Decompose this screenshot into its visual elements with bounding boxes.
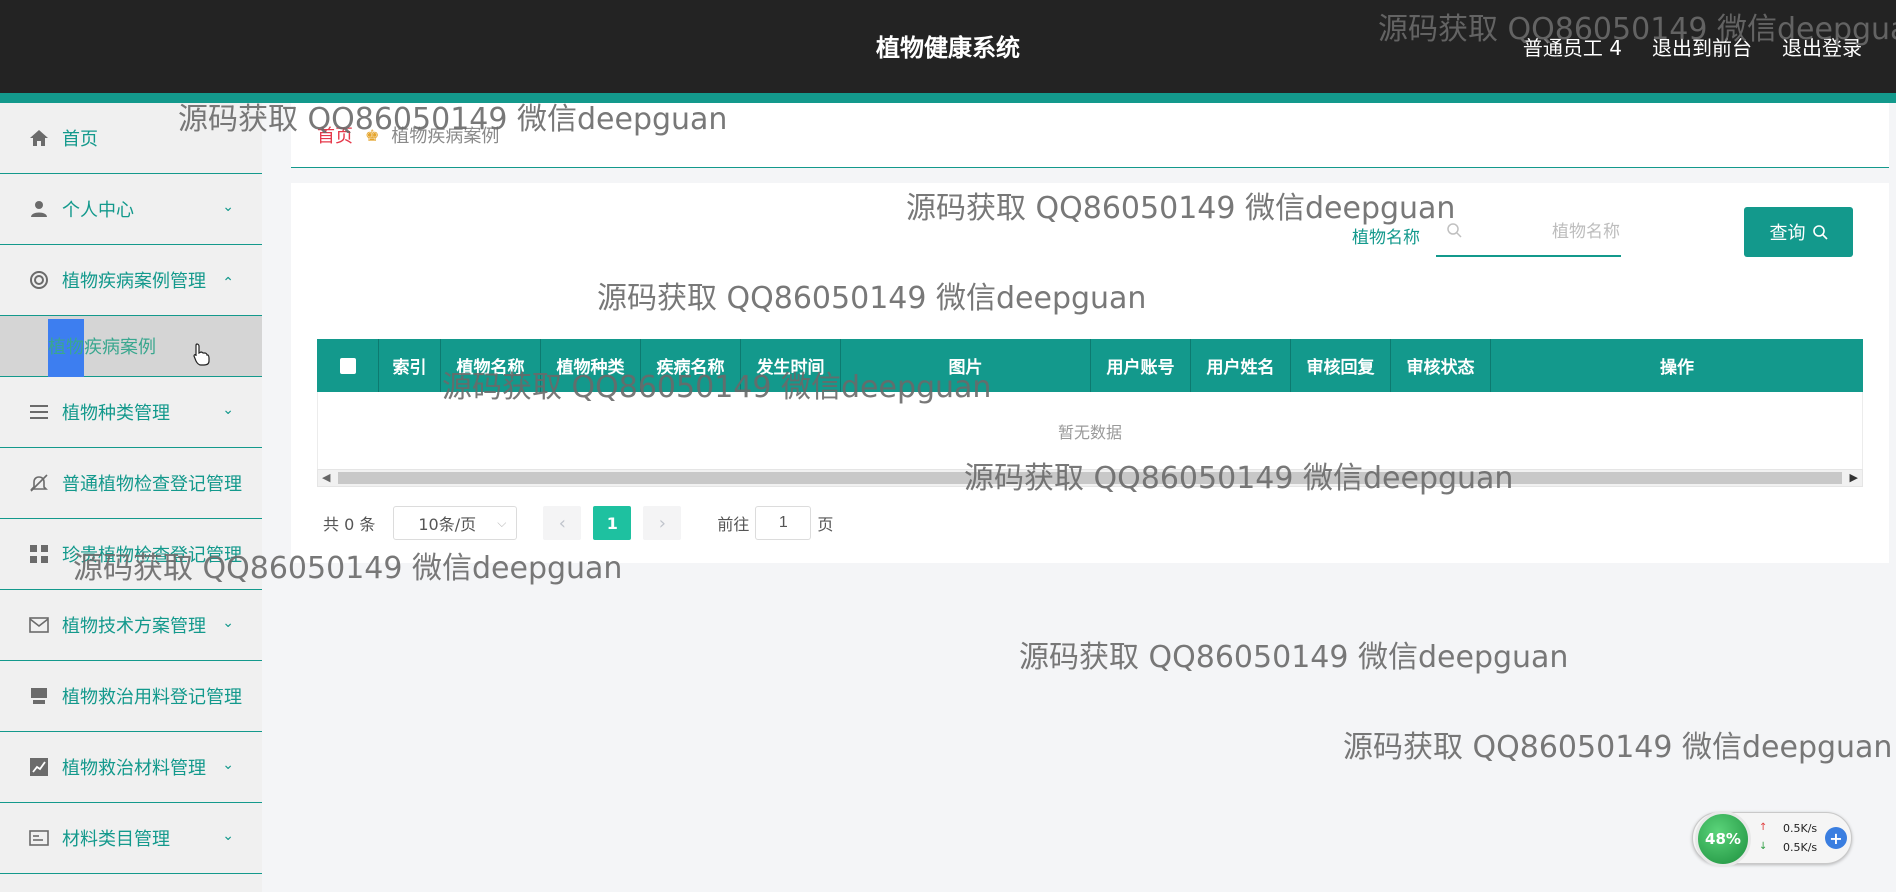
- box-icon: [28, 685, 50, 707]
- mail-icon: [28, 614, 50, 636]
- watermark-text: 源码获取 QQ86050149 微信deepguan: [1019, 640, 1569, 675]
- column-header[interactable]: 用户姓名: [1191, 339, 1291, 392]
- download-arrow-icon: ↓: [1759, 841, 1768, 852]
- sidebar-item-label: 珍贵植物检查登记管理: [62, 545, 242, 566]
- exit-to-frontend-link[interactable]: 退出到前台: [1652, 32, 1752, 61]
- chevron-down-icon: ⌵: [497, 515, 507, 530]
- column-header[interactable]: 疾病名称: [641, 339, 741, 392]
- column-header[interactable]: 操作: [1491, 339, 1863, 392]
- breadcrumb: 首页 ♚ 植物疾病案例: [291, 103, 1889, 168]
- breadcrumb-current: 植物疾病案例: [391, 126, 500, 147]
- current-user-link[interactable]: 普通员工 4: [1523, 32, 1622, 61]
- search-icon: [1812, 225, 1828, 240]
- sidebar-item-label: 个人中心: [62, 200, 134, 221]
- network-speed-widget[interactable]: 48% ↑ 0.5K/s ↓ 0.5K/s +: [1692, 811, 1852, 867]
- sidebar-item-disease-case-mgmt[interactable]: 植物疾病案例管理 ⌃: [0, 245, 262, 316]
- chevron-down-icon: ⌄: [222, 615, 234, 631]
- list-icon: [28, 401, 50, 423]
- upload-speed: 0.5K/s: [1783, 822, 1818, 835]
- sidebar-item-label: 植物救治材料管理: [62, 758, 206, 779]
- search-label: 植物名称: [1352, 228, 1420, 248]
- empty-text: 暂无数据: [1057, 422, 1122, 442]
- sidebar-item-label: 植物救治用料登记管理: [62, 687, 242, 708]
- page-size-value: 10条/页: [418, 515, 477, 534]
- sidebar-item-material-category-mgmt[interactable]: 材料类目管理 ⌄: [0, 803, 262, 874]
- page-number-button[interactable]: 1: [593, 506, 632, 540]
- chevron-down-icon: ⌄: [222, 402, 234, 418]
- breadcrumb-separator-icon: ♚: [365, 125, 380, 145]
- sidebar-item-plant-type-mgmt[interactable]: 植物种类管理 ⌄: [0, 377, 262, 448]
- column-header[interactable]: 索引: [379, 339, 441, 392]
- sidebar-item-label: 首页: [62, 129, 98, 150]
- plant-name-search-input[interactable]: [1470, 222, 1620, 242]
- lifebuoy-icon: [28, 269, 50, 291]
- sidebar-item-precious-check-mgmt[interactable]: 珍贵植物检查登记管理: [0, 519, 262, 590]
- select-all-cell: [317, 339, 379, 392]
- chevron-down-icon: ⌄: [222, 828, 234, 844]
- user-icon: [28, 198, 50, 220]
- sidebar-subitem-label: 植物疾病案例: [48, 337, 156, 358]
- column-header[interactable]: 用户账号: [1091, 339, 1191, 392]
- sidebar-item-label: 植物技术方案管理: [62, 616, 206, 637]
- main-panel: 植物名称 查询 索引 植物名称 植物种类 疾病名称 发生时间 图片 用户账号 用…: [291, 183, 1889, 563]
- chevron-up-icon: ⌃: [222, 275, 234, 291]
- chevron-down-icon: ⌄: [222, 757, 234, 773]
- pagination-total: 共 0 条: [323, 515, 376, 534]
- column-header[interactable]: 植物种类: [541, 339, 641, 392]
- select-all-checkbox[interactable]: [339, 357, 356, 374]
- column-header[interactable]: 审核回复: [1291, 339, 1391, 392]
- column-header[interactable]: 植物名称: [441, 339, 541, 392]
- goto-page-input[interactable]: [755, 506, 812, 540]
- bell-off-icon: [28, 472, 50, 494]
- sidebar-item-tech-plan-mgmt[interactable]: 植物技术方案管理 ⌄: [0, 590, 262, 661]
- sidebar-item-label: 普通植物检查登记管理: [62, 474, 242, 495]
- next-page-button[interactable]: ›: [643, 506, 682, 540]
- sidebar: 首页 个人中心 ⌄ 植物疾病案例管理 ⌃ 植物疾病案例 植物种类管理 ⌄ 普通植…: [0, 103, 262, 892]
- network-usage-ball: 48%: [1695, 811, 1751, 867]
- column-header[interactable]: 图片: [841, 339, 1091, 392]
- header-links: 普通员工 4 退出到前台 退出登录: [1523, 32, 1862, 61]
- table-header: 索引 植物名称 植物种类 疾病名称 发生时间 图片 用户账号 用户姓名 审核回复…: [317, 339, 1863, 392]
- sidebar-item-personal-center[interactable]: 个人中心 ⌄: [0, 174, 262, 245]
- sidebar-item-home[interactable]: 首页: [0, 103, 262, 174]
- grid-icon: [28, 543, 50, 565]
- data-table: 索引 植物名称 植物种类 疾病名称 发生时间 图片 用户账号 用户姓名 审核回复…: [317, 339, 1863, 489]
- sidebar-subitem-disease-case[interactable]: 植物疾病案例: [0, 316, 262, 377]
- sidebar-item-rescue-material-register-mgmt[interactable]: 植物救治用料登记管理: [0, 661, 262, 732]
- chart-icon: [28, 756, 50, 778]
- scroll-left-icon[interactable]: ◀: [322, 471, 330, 484]
- scroll-right-icon[interactable]: ▶: [1850, 471, 1858, 484]
- column-header[interactable]: 发生时间: [741, 339, 841, 392]
- page-size-select[interactable]: 10条/页 ⌵: [393, 506, 518, 540]
- pagination: 共 0 条 10条/页 ⌵ ‹ 1 › 前往 页: [323, 505, 833, 541]
- download-speed: 0.5K/s: [1783, 841, 1818, 854]
- goto-prefix: 前往: [717, 515, 750, 534]
- home-icon: [28, 127, 50, 149]
- sidebar-item-label: 植物疾病案例管理: [62, 271, 206, 292]
- breadcrumb-home-link[interactable]: 首页: [317, 122, 353, 148]
- chevron-down-icon: ⌄: [222, 199, 234, 215]
- plus-icon[interactable]: +: [1825, 827, 1847, 849]
- prev-page-button[interactable]: ‹: [543, 506, 582, 540]
- upload-arrow-icon: ↑: [1759, 822, 1768, 833]
- sidebar-item-label: 材料类目管理: [62, 829, 170, 850]
- watermark-text: 源码获取 QQ86050149 微信deepguan: [1343, 730, 1893, 765]
- header-accent-line: [0, 93, 1896, 103]
- search-box: [1436, 209, 1621, 257]
- scrollbar-thumb[interactable]: [338, 472, 1842, 484]
- sidebar-item-label: 植物种类管理: [62, 403, 170, 424]
- mouse-pointer-icon: [192, 342, 210, 371]
- logout-link[interactable]: 退出登录: [1782, 32, 1862, 61]
- search-icon: [1446, 222, 1462, 242]
- table-empty-body: 暂无数据: [317, 392, 1863, 469]
- query-button[interactable]: 查询: [1744, 207, 1853, 257]
- column-header[interactable]: 审核状态: [1391, 339, 1491, 392]
- sidebar-item-rescue-material-mgmt[interactable]: 植物救治材料管理 ⌄: [0, 732, 262, 803]
- card-icon: [28, 827, 50, 849]
- horizontal-scrollbar[interactable]: ◀ ▶: [317, 469, 1863, 487]
- sidebar-item-normal-check-mgmt[interactable]: 普通植物检查登记管理: [0, 448, 262, 519]
- goto-suffix: 页: [817, 515, 834, 534]
- query-button-label: 查询: [1769, 223, 1806, 243]
